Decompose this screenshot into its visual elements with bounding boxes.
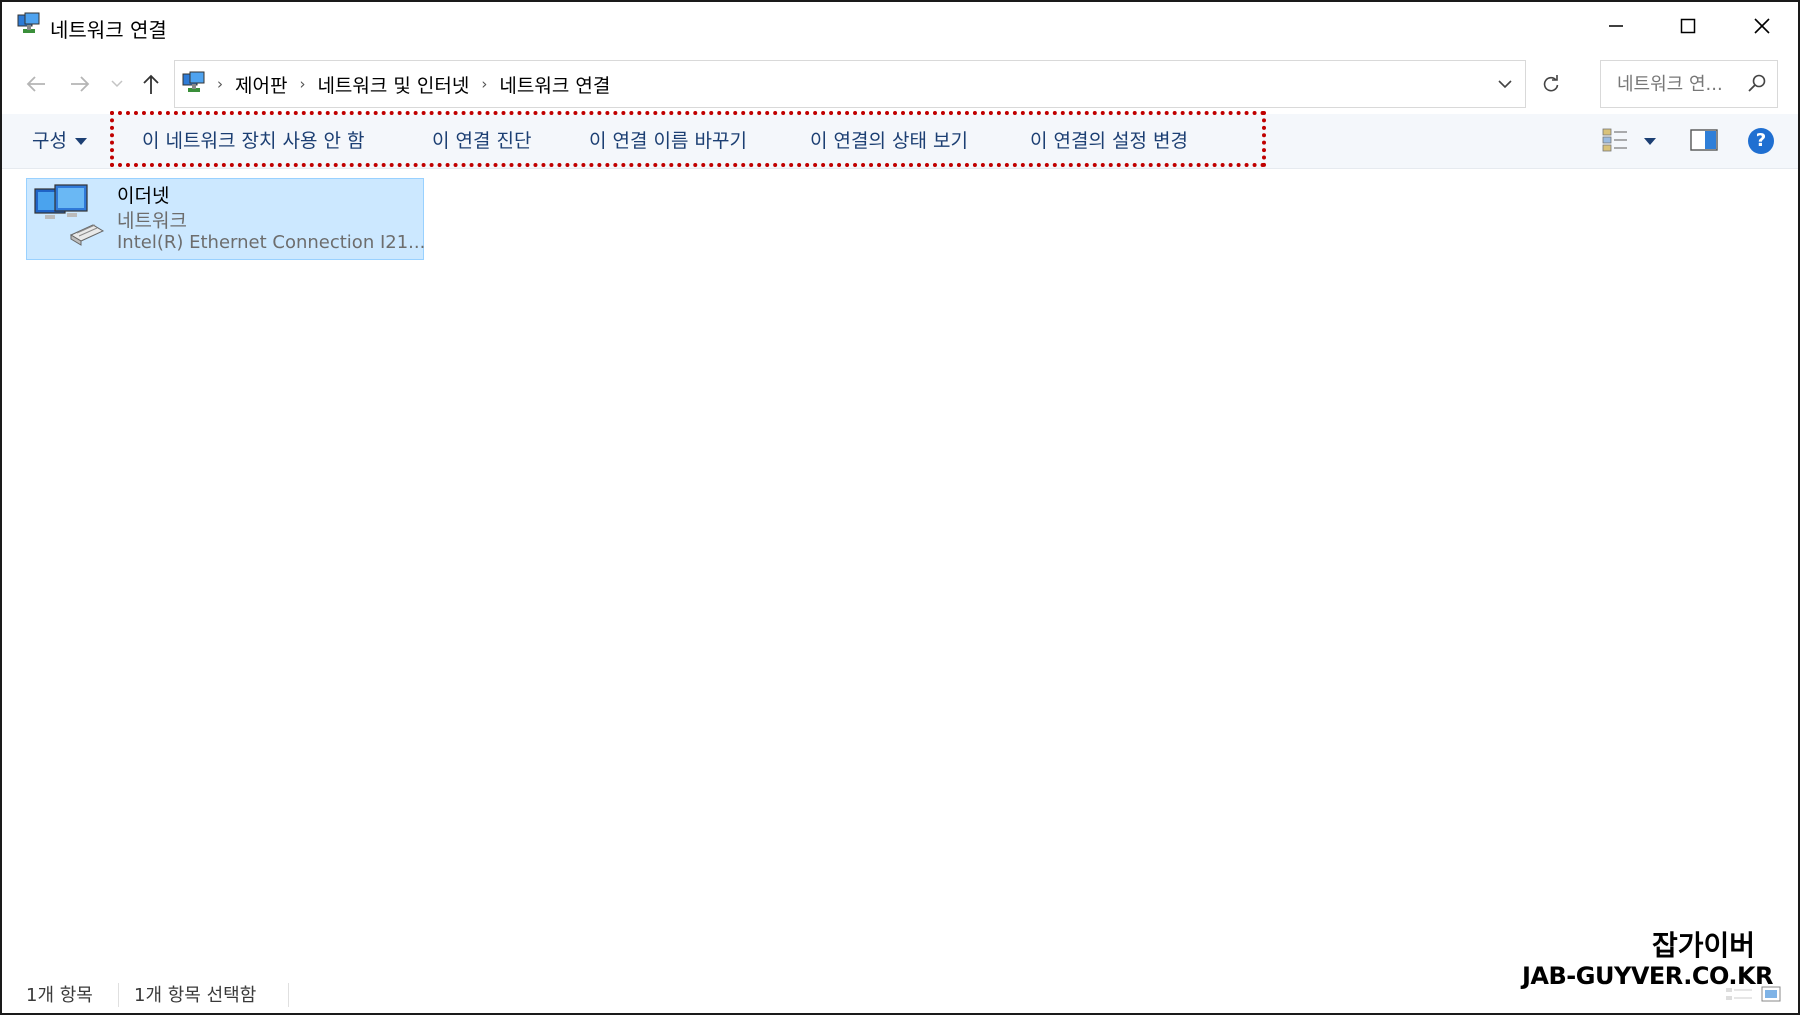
rename-connection-button[interactable]: 이 연결 이름 바꾸기 (589, 114, 747, 168)
organize-menu[interactable]: 구성 (32, 114, 87, 168)
close-icon (1754, 18, 1770, 34)
search-box[interactable] (1600, 60, 1778, 108)
connection-device: Intel(R) Ethernet Connection I21... (117, 232, 426, 253)
connection-status: 네트워크 (117, 210, 187, 232)
search-input[interactable] (1601, 61, 1741, 107)
back-button[interactable] (22, 68, 50, 100)
breadcrumb-network-connections[interactable]: 네트워크 연결 (493, 71, 616, 98)
status-divider (118, 983, 119, 1007)
help-icon[interactable]: ? (1748, 128, 1774, 154)
ethernet-connection-item[interactable]: 이더넷 네트워크 Intel(R) Ethernet Connection I2… (26, 178, 426, 260)
window-title: 네트워크 연결 (50, 18, 167, 42)
arrow-left-icon (26, 76, 45, 92)
watermark-korean: 잡가이버 (1652, 929, 1756, 962)
refresh-button[interactable] (1525, 61, 1577, 107)
disable-device-button[interactable]: 이 네트워크 장치 사용 안 함 (142, 114, 364, 168)
diagnose-connection-button[interactable]: 이 연결 진단 (432, 114, 531, 168)
chevron-right-icon[interactable]: › (293, 75, 311, 93)
selected-count: 1개 항목 선택함 (134, 985, 257, 1006)
up-button[interactable] (138, 68, 164, 100)
arrow-up-icon (143, 74, 159, 94)
close-button[interactable] (1726, 2, 1798, 50)
control-panel-icon (182, 71, 205, 92)
address-history-dropdown[interactable] (1485, 61, 1526, 107)
chevron-down-icon (1498, 79, 1512, 88)
minimize-icon (1609, 25, 1623, 27)
search-icon (1748, 74, 1766, 92)
breadcrumb-network-internet[interactable]: 네트워크 및 인터넷 (311, 71, 475, 98)
change-settings-button[interactable]: 이 연결의 설정 변경 (1030, 114, 1188, 168)
chevron-right-icon[interactable]: › (475, 75, 493, 93)
item-count: 1개 항목 (26, 985, 93, 1006)
address-bar[interactable]: › 제어판 › 네트워크 및 인터넷 › 네트워크 연결 (174, 60, 1559, 108)
explorer-window: 네트워크 연결 › 제어판 › 네트워크 및 인터넷 › 네트워크 연결 네트워… (0, 0, 1800, 1015)
view-dropdown-caret-icon[interactable] (1644, 138, 1656, 145)
breadcrumb: › 제어판 › 네트워크 및 인터넷 › 네트워크 연결 (181, 61, 616, 107)
arrow-right-icon (71, 76, 90, 92)
recent-locations-button[interactable] (108, 68, 126, 100)
chevron-right-icon[interactable]: › (211, 75, 229, 93)
chevron-down-icon (111, 80, 123, 88)
layout-toggle-icon[interactable] (1724, 984, 1784, 1004)
breadcrumb-control-panel[interactable]: 제어판 (229, 71, 293, 98)
organize-label: 구성 (32, 130, 67, 152)
refresh-icon (1543, 75, 1559, 92)
status-divider (288, 983, 289, 1007)
maximize-button[interactable] (1652, 2, 1724, 50)
address-row: › 제어판 › 네트워크 및 인터넷 › 네트워크 연결 (2, 58, 1798, 110)
connection-name: 이더넷 (117, 185, 170, 207)
view-status-button[interactable]: 이 연결의 상태 보기 (810, 114, 968, 168)
forward-button[interactable] (66, 68, 94, 100)
status-bar: 1개 항목 1개 항목 선택함 (2, 977, 1798, 1011)
title-bar[interactable]: 네트워크 연결 (2, 2, 1798, 52)
view-options-icon[interactable] (1602, 128, 1628, 152)
network-connections-app-icon (17, 12, 40, 33)
command-bar: 구성 이 네트워크 장치 사용 안 함 이 연결 진단 이 연결 이름 바꾸기 … (2, 111, 1798, 169)
caret-down-icon (74, 138, 87, 145)
maximize-icon (1680, 18, 1696, 34)
preview-pane-icon[interactable] (1690, 128, 1718, 152)
minimize-button[interactable] (1580, 2, 1652, 50)
network-adapter-icon (34, 184, 105, 246)
